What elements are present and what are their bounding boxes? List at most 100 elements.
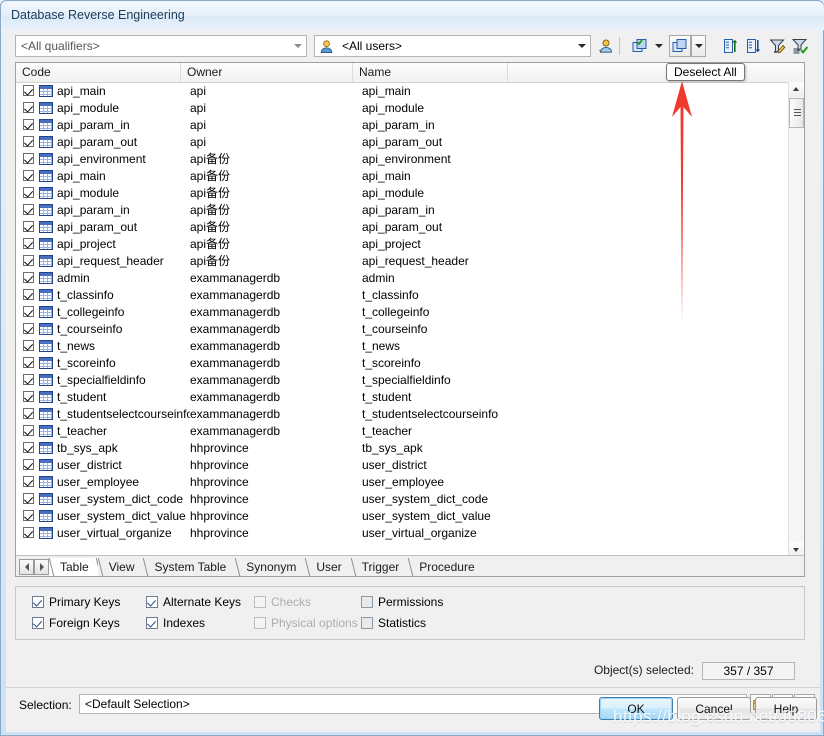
option-permissions[interactable]: Permissions [361, 595, 443, 609]
option-primary-keys[interactable]: Primary Keys [32, 595, 120, 609]
table-row[interactable]: api_project api备份 api_project [16, 235, 789, 252]
table-row[interactable]: user_employee hhprovince user_employee [16, 473, 789, 490]
table-row[interactable]: t_classinfo exammanagerdb t_classinfo [16, 286, 789, 303]
table-row[interactable]: t_studentselectcourseinfo exammanagerdb t_… [16, 405, 789, 422]
row-name: t_scoreinfo [362, 355, 421, 370]
row-checkbox[interactable] [23, 119, 34, 130]
row-checkbox[interactable] [23, 170, 34, 181]
table-row[interactable]: api_module api备份 api_module [16, 184, 789, 201]
table-row[interactable]: api_request_header api备份 api_request_heade… [16, 252, 789, 269]
row-checkbox[interactable] [23, 204, 34, 215]
tab-scroll-left-button[interactable] [19, 559, 34, 575]
checkbox [254, 596, 266, 608]
deselect-all-dropdown[interactable] [691, 35, 706, 57]
row-name: api_project [362, 236, 421, 251]
tab-user[interactable]: User [305, 558, 351, 576]
tab-procedure[interactable]: Procedure [408, 558, 484, 576]
table-row[interactable]: t_courseinfo exammanagerdb t_courseinfo [16, 320, 789, 337]
table-icon [39, 220, 53, 233]
tab-scroll-right-button[interactable] [34, 559, 49, 575]
column-header-owner[interactable]: Owner [181, 63, 353, 82]
help-button[interactable]: Help [755, 697, 817, 720]
users-select[interactable]: <All users> [314, 35, 591, 57]
row-code: user_system_dict_code [57, 491, 184, 506]
user-filter-button[interactable] [594, 35, 616, 57]
row-checkbox[interactable] [23, 221, 34, 232]
table-row[interactable]: t_student exammanagerdb t_student [16, 388, 789, 405]
row-checkbox[interactable] [23, 493, 34, 504]
cancel-button[interactable]: Cancel [677, 697, 751, 720]
row-checkbox[interactable] [23, 85, 34, 96]
row-checkbox[interactable] [23, 102, 34, 113]
row-checkbox[interactable] [23, 340, 34, 351]
apply-filter-button[interactable] [789, 35, 811, 57]
table-row[interactable]: t_collegeinfo exammanagerdb t_collegeinfo [16, 303, 789, 320]
table-row[interactable]: api_param_in api备份 api_param_in [16, 201, 789, 218]
ok-button[interactable]: OK [599, 697, 673, 720]
tab-view[interactable]: View [97, 558, 144, 576]
row-checkbox[interactable] [23, 238, 34, 249]
column-header-code[interactable]: Code [16, 63, 181, 82]
row-checkbox[interactable] [23, 459, 34, 470]
row-checkbox[interactable] [23, 408, 34, 419]
row-checkbox[interactable] [23, 187, 34, 198]
row-checkbox[interactable] [23, 323, 34, 334]
sort-descending-button[interactable] [743, 35, 765, 57]
row-checkbox[interactable] [23, 136, 34, 147]
row-checkbox[interactable] [23, 306, 34, 317]
option-statistics[interactable]: Statistics [361, 616, 426, 630]
tab-trigger[interactable]: Trigger [350, 558, 409, 576]
table-row[interactable]: api_main api备份 api_main [16, 167, 789, 184]
row-code: user_system_dict_value [57, 508, 186, 523]
column-header-name[interactable]: Name [353, 63, 508, 82]
row-name: t_courseinfo [362, 321, 428, 336]
edit-filter-button[interactable] [766, 35, 788, 57]
table-row[interactable]: api_module api api_module [16, 99, 789, 116]
table-row[interactable]: api_param_out api api_param_out [16, 133, 789, 150]
table-row[interactable]: user_virtual_organize hhprovince user_virt… [16, 524, 789, 541]
row-checkbox[interactable] [23, 476, 34, 487]
row-checkbox[interactable] [23, 374, 34, 385]
select-all-dropdown[interactable] [651, 35, 666, 57]
tab-table[interactable]: Table [49, 558, 98, 576]
table-row[interactable]: t_teacher exammanagerdb t_teacher [16, 422, 789, 439]
table-icon [39, 475, 53, 488]
table-row[interactable]: api_param_out api备份 api_param_out [16, 218, 789, 235]
row-checkbox[interactable] [23, 272, 34, 283]
row-checkbox[interactable] [23, 510, 34, 521]
table-row[interactable]: user_system_dict_code hhprovince user_syst… [16, 490, 789, 507]
table-row[interactable]: admin exammanagerdb admin [16, 269, 789, 286]
select-all-button[interactable] [629, 35, 651, 57]
tab-synonym[interactable]: Synonym [235, 558, 306, 576]
column-header-extra[interactable] [508, 63, 804, 82]
table-row[interactable]: t_specialfieldinfo exammanagerdb t_special… [16, 371, 789, 388]
table-row[interactable]: api_param_in api api_param_in [16, 116, 789, 133]
deselect-all-button[interactable] [669, 35, 691, 57]
row-checkbox[interactable] [23, 289, 34, 300]
table-row[interactable]: t_news exammanagerdb t_news [16, 337, 789, 354]
option-alternate-keys[interactable]: Alternate Keys [146, 595, 241, 609]
table-row[interactable]: user_system_dict_value hhprovince user_sys… [16, 507, 789, 524]
object-list[interactable]: Code Owner Name api_main api api_main api_m… [15, 62, 805, 577]
sort-ascending-button[interactable] [720, 35, 742, 57]
row-checkbox[interactable] [23, 255, 34, 266]
row-checkbox[interactable] [23, 357, 34, 368]
table-row[interactable]: user_district hhprovince user_district [16, 456, 789, 473]
table-row[interactable]: api_environment api备份 api_environment [16, 150, 789, 167]
scrollbar-thumb[interactable] [789, 98, 804, 128]
option-indexes[interactable]: Indexes [146, 616, 205, 630]
row-checkbox[interactable] [23, 153, 34, 164]
row-checkbox[interactable] [23, 527, 34, 538]
option-foreign-keys[interactable]: Foreign Keys [32, 616, 120, 630]
row-name: user_district [362, 457, 427, 472]
table-row[interactable]: tb_sys_apk hhprovince tb_sys_apk [16, 439, 789, 456]
row-checkbox[interactable] [23, 425, 34, 436]
row-checkbox[interactable] [23, 391, 34, 402]
table-row[interactable]: api_main api api_main [16, 82, 789, 99]
tab-system-table[interactable]: System Table [143, 558, 236, 576]
scroll-up-arrow-icon[interactable] [789, 82, 804, 97]
list-vertical-scrollbar[interactable] [788, 82, 804, 557]
row-checkbox[interactable] [23, 442, 34, 453]
table-row[interactable]: t_scoreinfo exammanagerdb t_scoreinfo [16, 354, 789, 371]
qualifier-select[interactable]: <All qualifiers> [15, 35, 307, 57]
